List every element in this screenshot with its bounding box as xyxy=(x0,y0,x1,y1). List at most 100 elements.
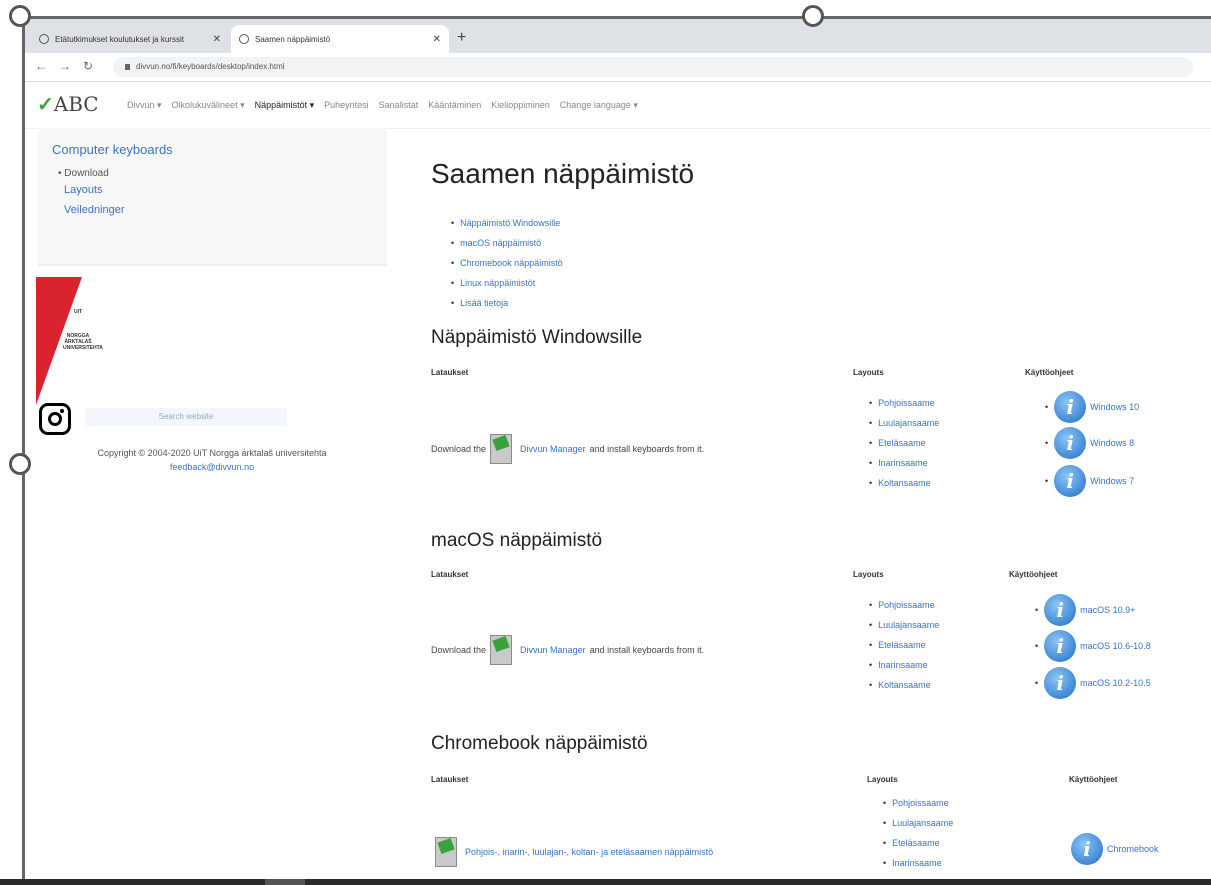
back-icon[interactable]: ← xyxy=(35,59,47,73)
sidebar-title[interactable]: Computer keyboards xyxy=(52,142,173,157)
col-guides: Käyttöohjeet xyxy=(1025,368,1074,377)
guide-link[interactable]: • i macOS 10.6-10.8 xyxy=(1035,630,1151,662)
col-downloads: Lataukset xyxy=(431,775,469,784)
forward-icon[interactable]: → xyxy=(59,59,71,73)
taskbar-item[interactable] xyxy=(265,879,305,885)
col-guides: Käyttöohjeet xyxy=(1009,570,1058,579)
guide-link[interactable]: • i Windows 7 xyxy=(1045,465,1134,497)
guide-link[interactable]: • i macOS 10.2-10.5 xyxy=(1035,667,1151,699)
col-guides: Käyttöohjeet xyxy=(1069,775,1118,784)
layout-link[interactable]: Luulajansaame xyxy=(869,620,939,640)
close-tab-icon[interactable]: ✕ xyxy=(213,34,221,45)
sidebar-item-layouts[interactable]: Layouts xyxy=(64,184,103,196)
download-row: Download the Divvun Manager and install … xyxy=(431,635,704,665)
layout-link[interactable]: Eteläsaame xyxy=(869,640,939,660)
close-tab-icon[interactable]: ✕ xyxy=(433,34,441,45)
col-layouts: Layouts xyxy=(853,570,884,579)
copyright-text: Copyright © 2004-2020 UiT Norgga árktala… xyxy=(97,448,327,472)
nav-item-change-language[interactable]: Change language ▾ xyxy=(560,100,638,111)
info-icon: i xyxy=(1044,630,1077,662)
sidebar-item-download: • Download xyxy=(58,168,109,179)
taskbar xyxy=(0,879,1211,885)
tab-title: Saamen näppäimistö xyxy=(255,34,331,44)
nav-item-divvun[interactable]: Divvun ▾ xyxy=(127,100,162,111)
layout-link[interactable]: Eteläsaame xyxy=(883,838,953,858)
nav-item-language-learning[interactable]: Kielioppiminen xyxy=(491,100,550,111)
resize-handle[interactable] xyxy=(9,5,31,27)
nav-item-wordlists[interactable]: Sanalistat xyxy=(379,100,419,111)
nav-item-translation[interactable]: Kääntäminen xyxy=(428,100,481,111)
package-icon xyxy=(435,837,457,867)
reload-icon[interactable]: ↻ xyxy=(83,59,93,73)
section-heading-chromebook: Chromebook näppäimistö xyxy=(431,733,648,754)
layout-link[interactable]: Eteläsaame xyxy=(869,438,939,458)
divvun-manager-link[interactable]: Divvun Manager xyxy=(520,645,586,655)
layout-link[interactable]: Pohjoissaame xyxy=(869,600,939,620)
layout-link[interactable]: Luulajansaame xyxy=(883,818,953,838)
divvun-manager-link[interactable]: Divvun Manager xyxy=(520,444,586,454)
chromebook-download-link[interactable]: Pohjois-, inarin-, luulajan-, koltan- ja… xyxy=(465,847,713,857)
col-downloads: Lataukset xyxy=(431,570,469,579)
page-title: Saamen näppäimistö xyxy=(431,158,695,189)
main-content: Saamen näppäimistö Näppäimistö Windowsil… xyxy=(431,128,1211,879)
resize-handle[interactable] xyxy=(9,453,31,475)
url-input[interactable]: divvun.no/fi/keyboards/desktop/index.htm… xyxy=(113,57,1193,77)
nav-item-keyboards[interactable]: Näppäimistöt ▾ xyxy=(255,100,315,111)
tab-strip: Etätutkimukset koulutukset ja kurssit ✕ … xyxy=(25,19,1211,53)
divider xyxy=(38,264,387,266)
col-layouts: Layouts xyxy=(853,368,884,377)
nav-item-oikoluku[interactable]: Oikolukuvälineet ▾ xyxy=(172,100,245,111)
layout-list: Pohjoissaame Luulajansaame Eteläsaame In… xyxy=(869,398,939,498)
table-of-contents: Näppäimistö Windowsille macOS näppäimist… xyxy=(451,218,563,318)
layout-link[interactable]: Luulajansaame xyxy=(869,418,939,438)
col-layouts: Layouts xyxy=(867,775,898,784)
tab-inactive[interactable]: Etätutkimukset koulutukset ja kurssit ✕ xyxy=(31,25,229,53)
guide-link[interactable]: i Chromebook xyxy=(1071,833,1159,865)
toc-link[interactable]: Lisää tietoja xyxy=(451,298,563,318)
browser-window: Etätutkimukset koulutukset ja kurssit ✕ … xyxy=(22,16,1211,879)
layout-link[interactable]: Pohjoissaame xyxy=(883,798,953,818)
resize-handle[interactable] xyxy=(802,5,824,27)
toc-link[interactable]: Chromebook näppäimistö xyxy=(451,258,563,278)
url-text: divvun.no/fi/keyboards/desktop/index.htm… xyxy=(136,62,285,71)
layout-link[interactable]: Koltansaame xyxy=(869,680,939,700)
layout-link[interactable]: Inarinsaame xyxy=(883,858,953,878)
info-icon: i xyxy=(1044,667,1077,699)
layout-list: Pohjoissaame Luulajansaame Eteläsaame In… xyxy=(869,600,939,700)
uit-logo-text: UiT xyxy=(73,309,83,315)
guide-link[interactable]: • i Windows 8 xyxy=(1045,427,1134,459)
new-tab-button[interactable]: + xyxy=(457,29,466,47)
toc-link[interactable]: Näppäimistö Windowsille xyxy=(451,218,563,238)
package-icon xyxy=(490,434,513,464)
nav-item-speech[interactable]: Puheyntesi xyxy=(324,100,369,111)
layout-link[interactable]: Koltansaame xyxy=(869,478,939,498)
guide-link[interactable]: • i Windows 10 xyxy=(1045,391,1139,423)
col-downloads: Lataukset xyxy=(431,368,469,377)
layout-link[interactable]: Pohjoissaame xyxy=(869,398,939,418)
guide-link[interactable]: • i macOS 10.9+ xyxy=(1035,594,1135,626)
search-input[interactable]: Search website xyxy=(85,408,287,426)
toc-link[interactable]: Linux näppäimistöt xyxy=(451,278,563,298)
uit-logo-subtext: NORGGA ÁRKTALAŠ UNIVERSITEHTA xyxy=(63,333,103,351)
layout-link[interactable]: Inarinsaame xyxy=(869,660,939,680)
package-icon xyxy=(490,635,513,665)
info-icon: i xyxy=(1054,427,1087,459)
tab-active[interactable]: Saamen näppäimistö ✕ xyxy=(231,25,449,53)
sidebar-nav: Computer keyboards • Download Layouts Ve… xyxy=(38,128,387,264)
info-icon: i xyxy=(1054,391,1087,423)
nav-menu: Divvun ▾ Oikolukuvälineet ▾ Näppäimistöt… xyxy=(127,100,638,111)
layout-link[interactable]: Inarinsaame xyxy=(869,458,939,478)
site-logo[interactable]: ✓ABC xyxy=(37,92,99,116)
globe-icon xyxy=(239,34,249,44)
instagram-icon[interactable] xyxy=(39,403,71,435)
info-icon: i xyxy=(1044,594,1077,626)
lock-icon xyxy=(125,63,130,70)
feedback-link[interactable]: feedback@divvun.no xyxy=(170,462,254,472)
layout-list: Pohjoissaame Luulajansaame Eteläsaame In… xyxy=(883,798,953,879)
toc-link[interactable]: macOS näppäimistö xyxy=(451,238,563,258)
site-nav: ✓ABC Divvun ▾ Oikolukuvälineet ▾ Näppäim… xyxy=(25,82,1211,129)
download-row: Download the Divvun Manager and install … xyxy=(431,434,704,464)
tab-title: Etätutkimukset koulutukset ja kurssit xyxy=(55,34,184,44)
sidebar-item-guides[interactable]: Veiledninger xyxy=(64,204,125,216)
address-bar: ← → ↻ divvun.no/fi/keyboards/desktop/ind… xyxy=(25,53,1211,82)
